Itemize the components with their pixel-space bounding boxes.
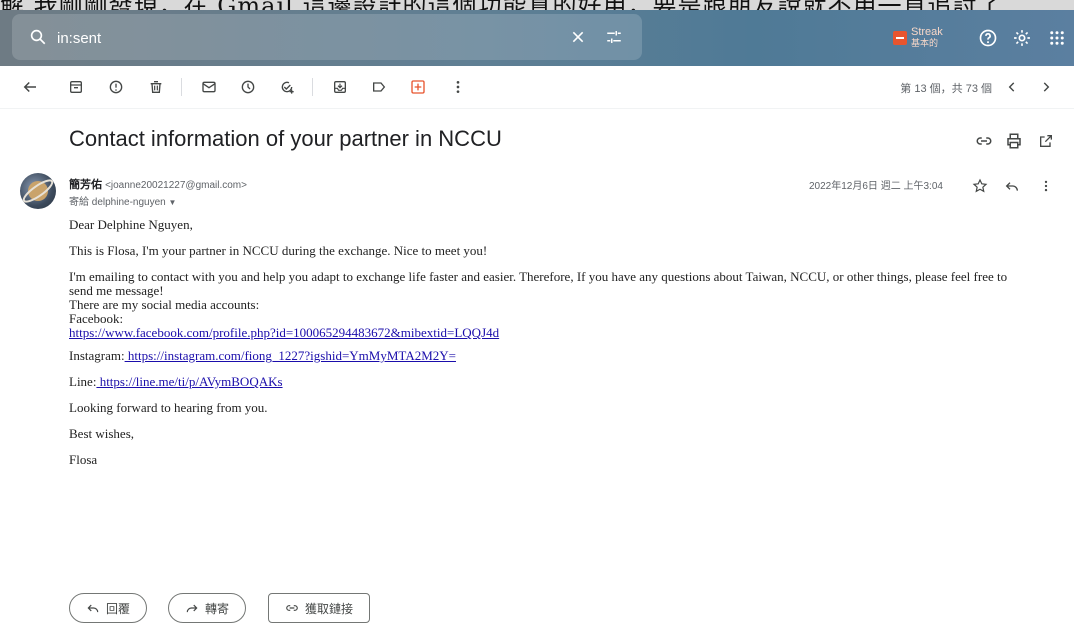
reply-icon[interactable] (998, 172, 1026, 200)
search-options-icon[interactable] (600, 23, 628, 51)
streak-box-icon[interactable] (404, 73, 432, 101)
streak-button[interactable]: Streak 基本的 (893, 24, 943, 52)
report-spam-icon[interactable] (102, 73, 130, 101)
sender-avatar (20, 173, 56, 209)
closing-line: Looking forward to hearing from you. (69, 400, 268, 415)
line-link[interactable]: https://line.me/ti/p/AVymBOQAKs (96, 374, 283, 389)
signature: Flosa (69, 452, 98, 467)
sender-line: 簡芳佑 <joanne20021227@gmail.com> (69, 176, 247, 192)
search-icon[interactable] (24, 23, 52, 51)
instagram-line: Instagram: https://instagram.com/fiong_1… (69, 349, 1029, 363)
mark-unread-icon[interactable] (195, 73, 223, 101)
get-link-label: 獲取鏈接 (305, 601, 354, 616)
newer-chevron-left-icon[interactable] (998, 73, 1026, 101)
streak-plan: 基本的 (911, 38, 939, 48)
delete-trash-icon[interactable] (142, 73, 170, 101)
label-tag-icon[interactable] (365, 73, 393, 101)
recipient-line[interactable]: 寄給 delphine-nguyen ▼ (69, 193, 176, 208)
older-chevron-right-icon[interactable] (1032, 73, 1060, 101)
paragraph-details-text: I'm emailing to contact with you and hel… (69, 269, 1008, 298)
paragraph-intro: This is Flosa, I'm your partner in NCCU … (69, 243, 488, 258)
help-icon[interactable] (974, 24, 1002, 52)
greeting: Dear Delphine Nguyen, (69, 217, 193, 232)
toolbar-divider (181, 78, 182, 96)
add-task-icon[interactable] (273, 73, 301, 101)
facebook-label: Facebook: (69, 311, 124, 326)
message-toolbar: 第 13 個，共 73 個 (0, 66, 1074, 109)
sender-name[interactable]: 簡芳佑 (69, 179, 102, 191)
paragraph-details: I'm emailing to contact with you and hel… (69, 270, 1029, 340)
move-to-icon[interactable] (326, 73, 354, 101)
apps-grid-icon[interactable] (1043, 24, 1071, 52)
streak-logo-icon (893, 31, 907, 45)
more-vert-icon[interactable] (444, 73, 472, 101)
archive-icon[interactable] (62, 73, 90, 101)
streak-name: Streak (911, 26, 943, 38)
line-label: Line: (69, 374, 97, 389)
best-wishes: Best wishes, (69, 426, 134, 441)
print-icon[interactable] (1000, 127, 1028, 155)
instagram-label: Instagram: (69, 348, 125, 363)
recipient-text: 寄給 delphine-nguyen (69, 197, 166, 208)
open-new-window-icon[interactable] (1032, 127, 1060, 155)
back-arrow-icon[interactable] (16, 73, 44, 101)
search-bar[interactable] (12, 14, 642, 60)
sender-email: <joanne20021227@gmail.com> (105, 180, 247, 191)
social-intro: There are my social media accounts: (69, 297, 260, 312)
forward-arrow-icon (185, 601, 199, 615)
star-icon[interactable] (966, 172, 994, 200)
instagram-link[interactable]: https://instagram.com/fiong_1227?igshid=… (125, 348, 456, 363)
reply-arrow-icon (86, 601, 100, 615)
link-chain-icon (285, 601, 299, 615)
toolbar-divider (312, 78, 313, 96)
facebook-link[interactable]: https://www.facebook.com/profile.php?id=… (69, 325, 499, 340)
email-subject: Contact information of your partner in N… (69, 126, 502, 151)
top-strip-text: 解 我剛剛發現，在 Gmail 這邊設計的這個功能真的好用，要是跟朋友說就不用一… (0, 0, 1028, 10)
email-body: Dear Delphine Nguyen, This is Flosa, I'm… (69, 218, 1029, 479)
clear-search-icon[interactable] (564, 23, 592, 51)
snooze-clock-icon[interactable] (234, 73, 262, 101)
link-icon[interactable] (970, 127, 998, 155)
message-more-icon[interactable] (1032, 172, 1060, 200)
email-date: 2022年12月6日 週二 上午3:04 (809, 181, 943, 192)
forward-label: 轉寄 (205, 601, 230, 616)
recipient-dropdown-icon[interactable]: ▼ (169, 198, 177, 207)
line-line: Line: https://line.me/ti/p/AVymBOQAKs (69, 375, 1029, 389)
gmail-header: Streak基本的 (0, 10, 1074, 66)
search-input[interactable] (55, 26, 539, 50)
settings-gear-icon[interactable] (1008, 24, 1036, 52)
message-count: 第 13 個，共 73 個 (900, 83, 992, 95)
top-strip: 解 我剛剛發現，在 Gmail 這邊設計的這個功能真的好用，要是跟朋友說就不用一… (0, 0, 1074, 10)
reply-label: 回覆 (106, 601, 131, 616)
